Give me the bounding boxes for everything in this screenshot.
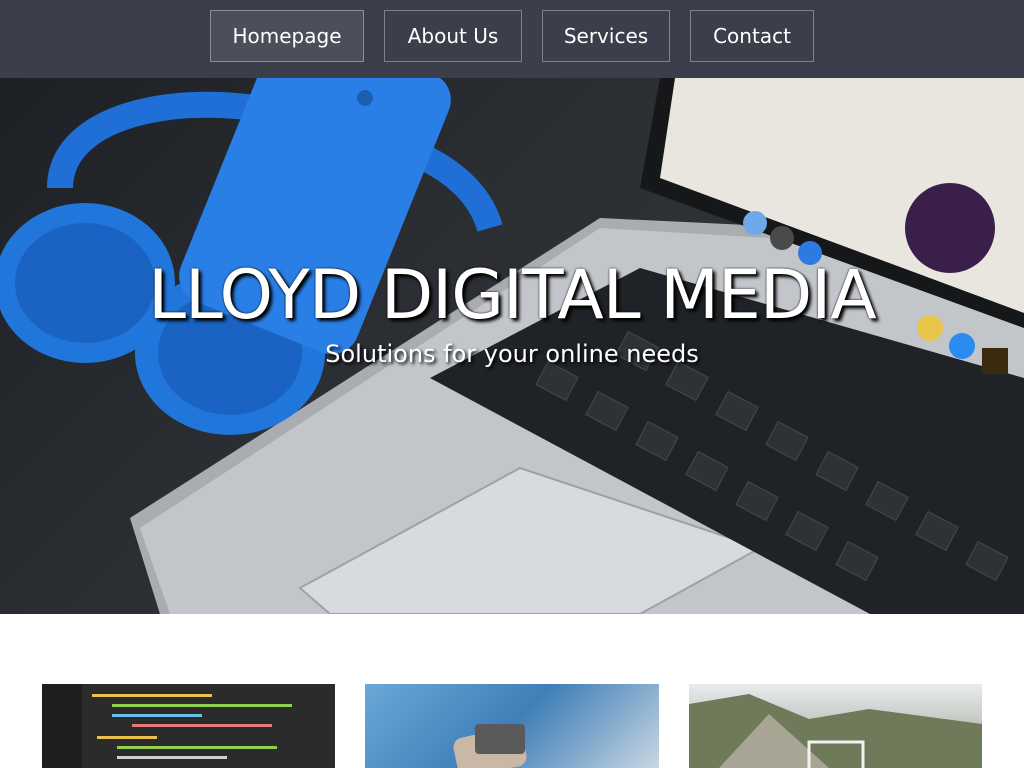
hero-subtitle: Solutions for your online needs bbox=[325, 340, 699, 368]
nav-about-us-button[interactable]: About Us bbox=[384, 10, 522, 62]
service-card-code-image[interactable] bbox=[42, 684, 335, 768]
nav-services-button[interactable]: Services bbox=[542, 10, 670, 62]
hand-phone-image bbox=[453, 724, 527, 768]
hero-title: LLOYD DIGITAL MEDIA bbox=[148, 256, 877, 335]
nav-homepage-button[interactable]: Homepage bbox=[210, 10, 364, 62]
code-editor-image bbox=[42, 684, 292, 768]
nav-contact-button[interactable]: Contact bbox=[690, 10, 814, 62]
service-card-phone-image[interactable] bbox=[365, 684, 659, 768]
top-navigation: Homepage About Us Services Contact bbox=[0, 0, 1024, 78]
hero-banner: LLOYD DIGITAL MEDIA Solutions for your o… bbox=[0, 78, 1024, 614]
service-card-landscape-image[interactable] bbox=[689, 684, 982, 768]
cliff-landscape-image bbox=[689, 694, 982, 768]
